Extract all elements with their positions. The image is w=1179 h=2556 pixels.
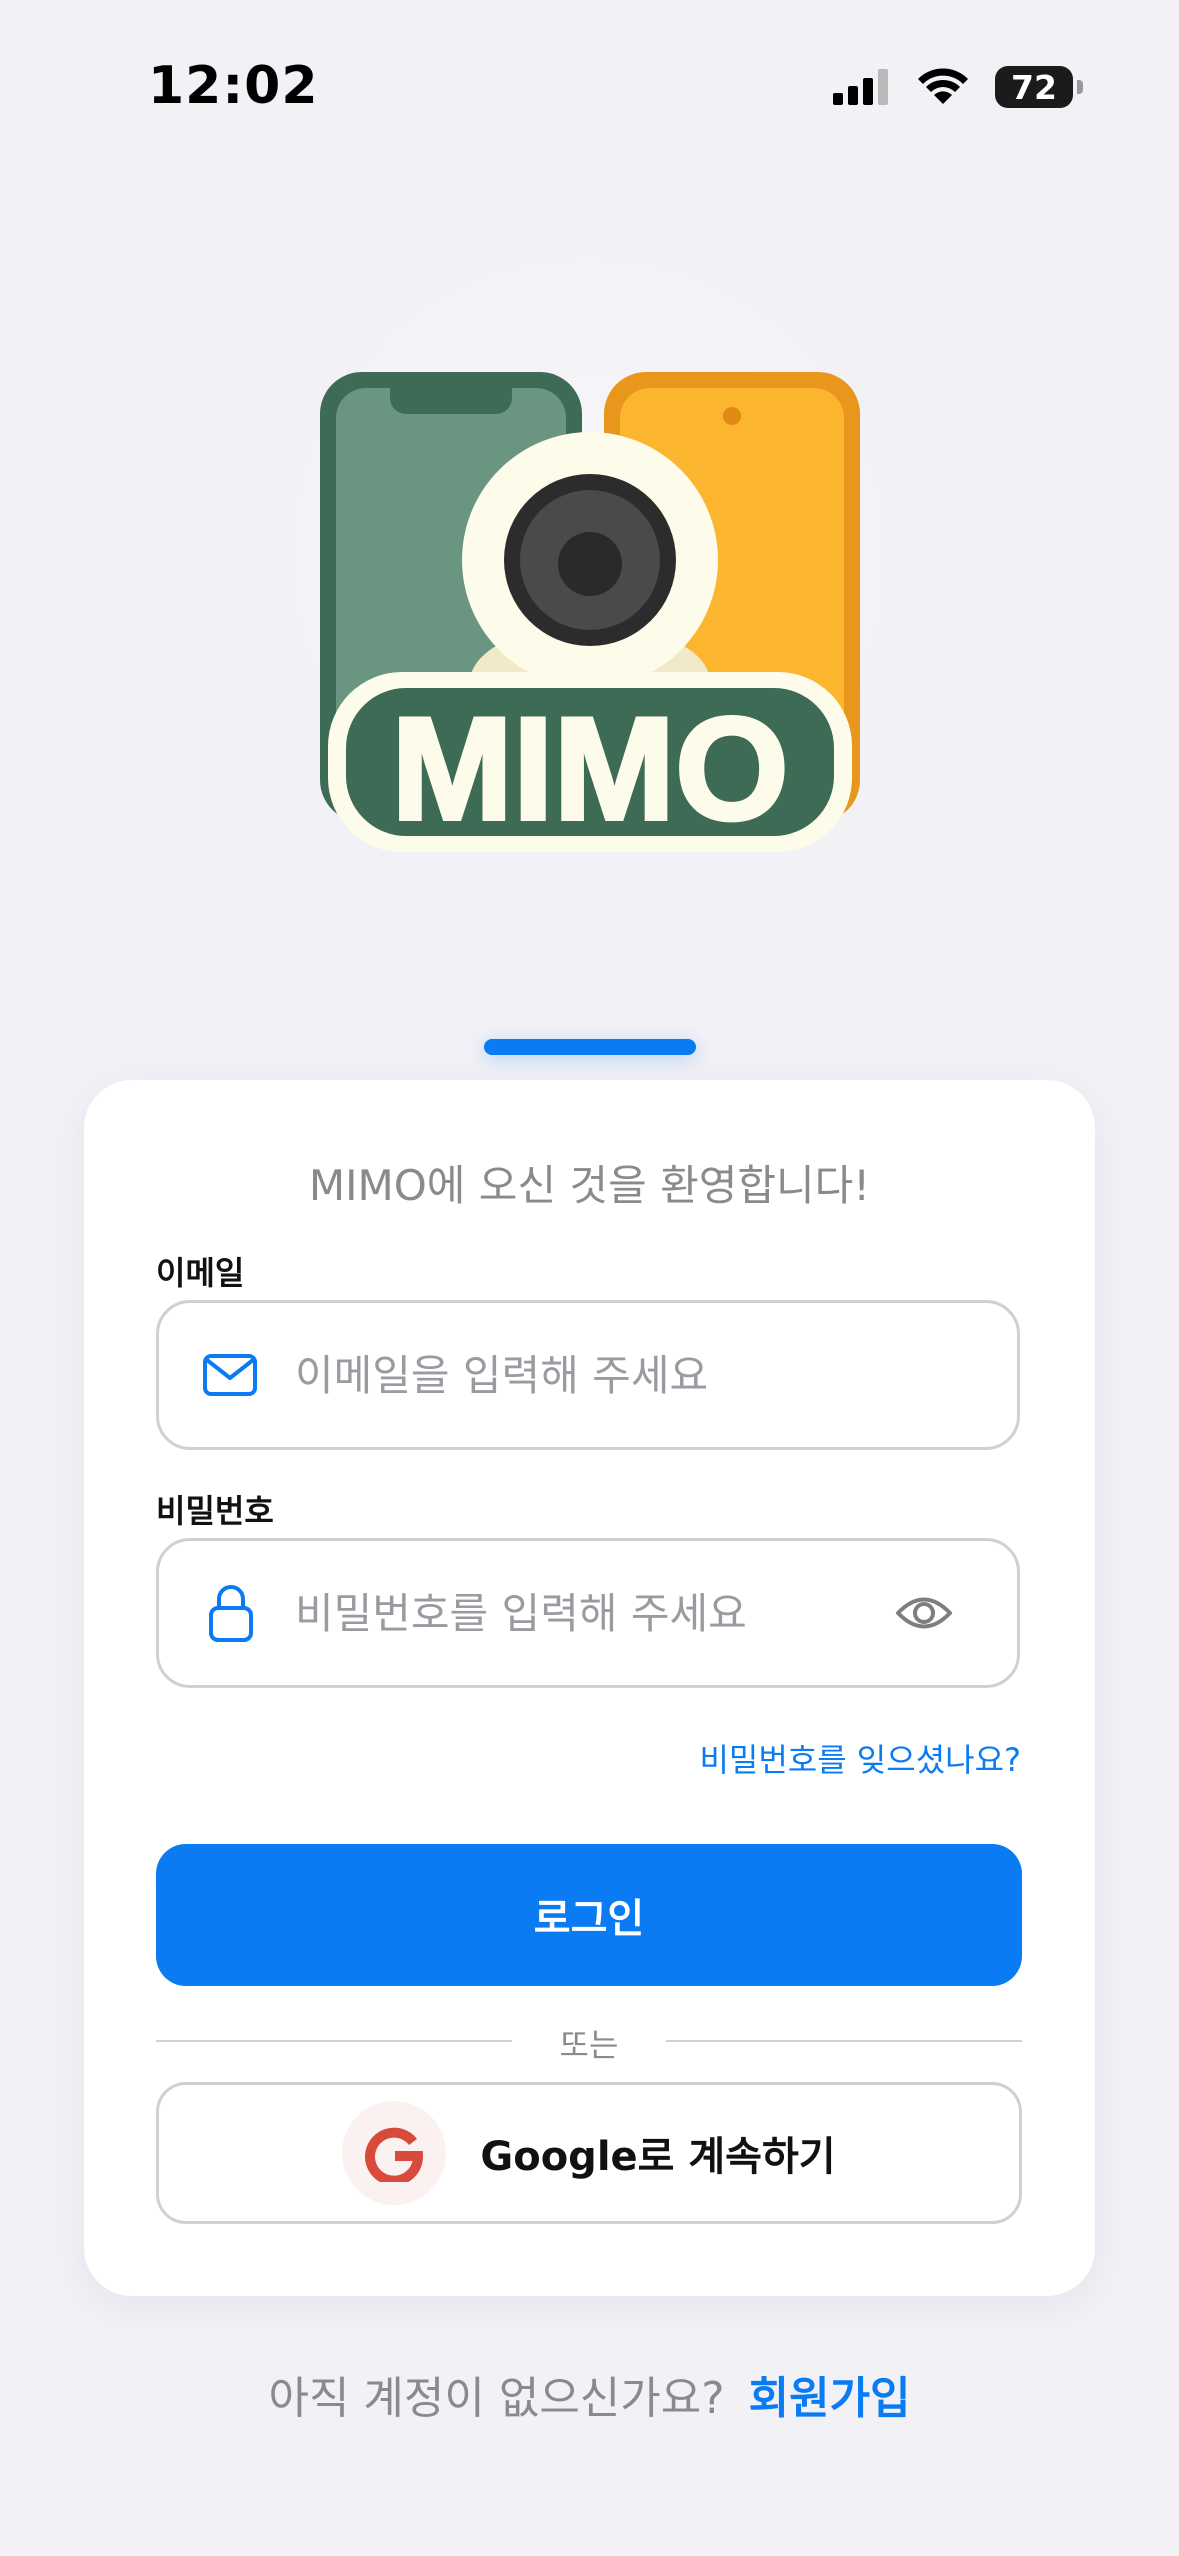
card-handle [484, 1039, 696, 1055]
lock-icon [209, 1585, 253, 1642]
battery-tip [1077, 80, 1083, 94]
status-icons: 72 [833, 62, 1083, 112]
google-icon-circle [342, 2101, 447, 2205]
wifi-icon [918, 68, 968, 104]
password-field[interactable] [156, 1538, 1020, 1688]
or-divider: 또는 [156, 2016, 1022, 2066]
email-label: 이메일 [156, 1254, 245, 1292]
eye-icon[interactable] [895, 1594, 953, 1632]
login-card: MIMO에 오신 것을 환영합니다! 이메일 비밀번호 비밀번호를 잊으셨나요?… [84, 1080, 1095, 2296]
cellular-signal-icon [833, 69, 888, 105]
battery-percentage: 72 [1011, 67, 1057, 107]
divider-text: 또는 [559, 2026, 619, 2064]
email-field[interactable] [156, 1300, 1020, 1450]
signup-row: 아직 계정이 없으신가요? 회원가입 [0, 2362, 1179, 2426]
login-button[interactable]: 로그인 [156, 1844, 1022, 1986]
status-time: 12:02 [148, 56, 319, 116]
password-input[interactable] [295, 1541, 855, 1685]
password-label: 비밀번호 [156, 1492, 274, 1530]
forgot-password-link[interactable]: 비밀번호를 잊으셨나요? [699, 1735, 1021, 1781]
google-g-icon [365, 2127, 424, 2182]
mail-icon [203, 1354, 257, 1396]
status-bar: 12:02 72 [0, 0, 1179, 170]
logo-text: MIMO [391, 687, 788, 850]
mimo-logo: MIMO [320, 372, 860, 852]
google-signin-button[interactable]: Google로 계속하기 [156, 2082, 1022, 2224]
welcome-title: MIMO에 오신 것을 환영합니다! [308, 1161, 871, 1210]
email-input[interactable] [295, 1303, 855, 1447]
signup-question: 아직 계정이 없으신가요? [268, 2373, 725, 2424]
battery-icon: 72 [995, 66, 1073, 108]
google-button-label: Google로 계속하기 [480, 2134, 836, 2180]
signup-link[interactable]: 회원가입 [749, 2373, 911, 2424]
